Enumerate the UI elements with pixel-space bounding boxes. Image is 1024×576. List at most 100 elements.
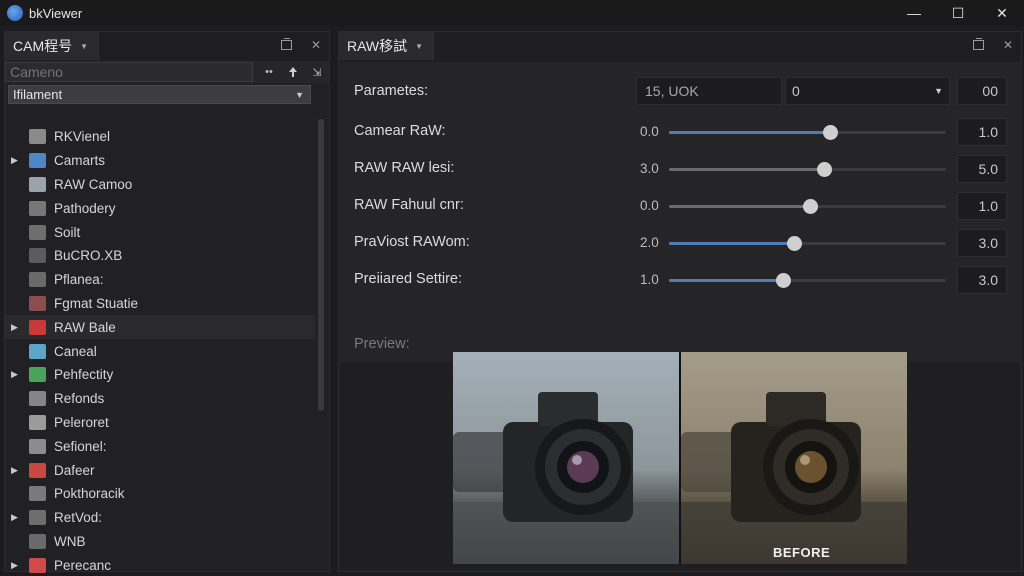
more-icon[interactable]: •• [257,62,281,82]
slider-row: PraViost RAWom: 2.0 3.0 [339,228,1021,258]
undock-icon[interactable] [279,38,293,52]
slider-row: RAW Fahuul cnr: 0.0 1.0 [339,191,1021,221]
close-button[interactable]: ✕ [980,0,1024,26]
slider-track[interactable] [669,273,946,288]
title-bar: bkViewer — ☐ ✕ [0,0,1024,26]
tree-item-label: Pehfectity [54,367,114,383]
expand-arrow-icon[interactable]: ▶ [11,512,25,523]
tree-item[interactable]: RKVienel [5,125,315,149]
tree-item[interactable]: WNB [5,530,315,554]
tree-item-label: Pathodery [54,200,116,216]
tree-item[interactable]: Fgmat Stuatie [5,292,315,316]
expand-arrow-icon[interactable]: ▶ [11,155,25,166]
camera-thumbnail-icon [29,486,46,502]
tree-item[interactable]: ▶ Pehfectity [5,363,315,387]
slider-track[interactable] [669,125,946,140]
tab-camera-list[interactable]: CAM程号 ▼ [5,32,100,60]
parameters-select[interactable]: 0 ▼ [785,77,950,105]
maximize-button[interactable]: ☐ [936,0,980,26]
camera-thumbnail-icon [29,438,46,454]
slider-handle[interactable] [817,162,833,177]
minimize-button[interactable]: — [892,0,936,26]
search-input[interactable] [5,62,253,82]
tree-item[interactable]: ▶ Perecanc [5,553,315,576]
chevron-down-icon[interactable]: ▼ [415,42,423,51]
expand-arrow-icon[interactable]: ▶ [11,560,25,571]
tree-item[interactable]: Pathodery [5,196,315,220]
tree-item[interactable]: Peleroret [5,411,315,435]
tree-item[interactable]: RAW Camoo [5,173,315,197]
tree-item[interactable]: ▶ RAW Bale [5,315,315,340]
slider-handle[interactable] [803,199,819,214]
app-logo-icon [7,5,23,21]
tree-item[interactable]: BuCRO.XB [5,244,315,268]
camera-thumbnail-icon [29,557,46,573]
slider-track[interactable] [669,199,946,214]
tree-item[interactable]: Pflanea: [5,268,315,292]
slider-label: RAW RAW lesi: [354,160,455,176]
parameters-input[interactable]: 15, UOK [636,77,782,105]
search-actions: •• ⇲ [257,62,329,82]
arrow-up-icon[interactable] [281,62,305,82]
tree-item[interactable]: Pokthoracik [5,482,315,506]
chevron-down-icon[interactable]: ▼ [80,42,88,51]
raw-settings-panel: RAW移試 ▼ ✕ Parametes: 15, UOK 0 ▼ 00 Came… [338,31,1022,572]
close-panel-icon[interactable]: ✕ [309,38,323,52]
preview-comparison: BEFORE [453,352,909,564]
slider-max-value[interactable]: 3.0 [957,229,1007,257]
tree-scrollbar[interactable]: ⌄ [316,113,326,576]
tree-item[interactable]: ▶ Camarts [5,149,315,173]
tab-raw-settings[interactable]: RAW移試 ▼ [339,32,435,60]
tree-item-label: RKVienel [54,129,111,145]
slider-max-value[interactable]: 3.0 [957,266,1007,294]
window-controls: — ☐ ✕ [892,0,1024,26]
select-value: 0 [792,83,800,99]
tree-item[interactable]: ▶ RetVod: [5,506,315,530]
camera-thumbnail-icon [29,319,46,335]
parameters-label: Parametes: [354,83,429,99]
tree-item-label: Sefionel: [54,438,107,454]
tree-item-label: RAW Bale [54,319,116,335]
expand-arrow-icon[interactable]: ▶ [11,322,25,333]
collapse-icon[interactable]: ⇲ [305,62,329,82]
scroll-thumb[interactable] [318,119,324,411]
panel-header-actions: ✕ [971,38,1015,52]
expand-arrow-icon[interactable]: ▶ [11,465,25,476]
camera-thumbnail-icon [29,224,46,240]
slider-max-value[interactable]: 1.0 [957,192,1007,220]
camera-thumbnail-icon [29,533,46,549]
slider-track[interactable] [669,236,946,251]
tree-item-label: Caneal [54,343,97,359]
slider-track[interactable] [669,162,946,177]
parameters-row: Parametes: 15, UOK 0 ▼ 00 [339,77,1021,107]
slider-min-value: 1.0 [640,272,659,287]
slider-label: Preiiared Settire: [354,271,462,287]
tree-item-label: Soilt [54,224,81,240]
window-title: bkViewer [29,5,83,21]
tab-label: RAW移試 [347,38,408,54]
tree-item[interactable]: Soilt [5,220,315,244]
slider-handle[interactable] [775,273,791,288]
slider-handle[interactable] [786,236,802,251]
tree-item[interactable]: Caneal [5,339,315,363]
camera-thumbnail-icon [29,414,46,430]
tree-item[interactable]: Refonds [5,387,315,411]
parameters-value[interactable]: 00 [957,77,1007,105]
slider-min-value: 2.0 [640,235,659,250]
filter-select[interactable]: Ifilament ▼ [8,85,311,104]
slider-max-value[interactable]: 1.0 [957,118,1007,146]
filter-value: Ifilament [13,87,63,102]
tree-item[interactable]: Sefionel: [5,434,315,458]
tree-item[interactable]: ▶ Dafeer [5,458,315,482]
tab-label: CAM程号 [13,38,73,54]
slider-min-value: 0.0 [640,124,659,139]
undock-icon[interactable] [971,38,985,52]
slider-label: Camear RaW: [354,123,446,139]
expand-arrow-icon[interactable]: ▶ [11,369,25,380]
tree-item-label: Dafeer [54,462,95,478]
slider-max-value[interactable]: 5.0 [957,155,1007,183]
preview-after-image [453,352,679,564]
slider-handle[interactable] [822,125,838,140]
close-panel-icon[interactable]: ✕ [1001,38,1015,52]
camera-thumbnail-icon [29,129,46,145]
